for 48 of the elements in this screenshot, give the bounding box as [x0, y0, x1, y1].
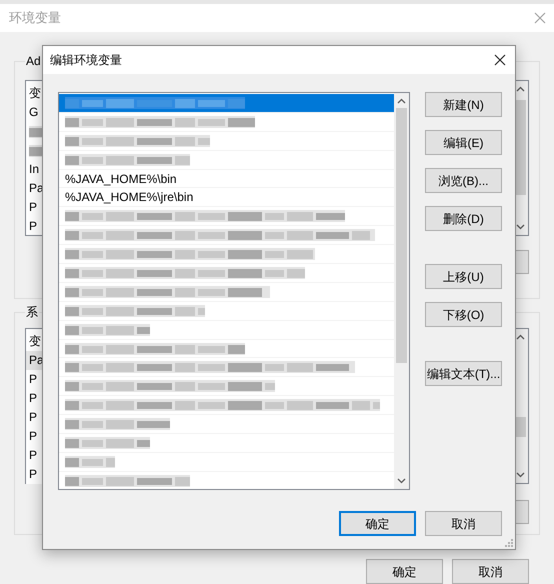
column-header: 变 — [29, 85, 41, 102]
list-row[interactable] — [59, 264, 394, 283]
scroll-thumb[interactable] — [515, 100, 526, 195]
scroll-up-icon[interactable] — [516, 334, 525, 340]
dialog-button[interactable]: 下移(O) — [425, 302, 502, 327]
dialog-title: 编辑环境变量 — [50, 52, 122, 69]
close-icon[interactable] — [494, 54, 506, 66]
blurred-text — [65, 454, 115, 469]
dialog-button[interactable]: 编辑文本(T)... — [425, 361, 502, 386]
dialog-button[interactable]: 取消 — [425, 511, 502, 536]
dialog-button[interactable]: 浏览(B)... — [425, 168, 502, 193]
dialog-button[interactable]: 新建(N) — [425, 92, 502, 117]
scroll-up-icon[interactable] — [516, 86, 525, 92]
list-row[interactable] — [59, 434, 394, 453]
list-row[interactable] — [59, 358, 394, 378]
path-text: %JAVA_HOME%\jre\bin — [65, 189, 194, 206]
list-row[interactable] — [59, 415, 394, 434]
variable-name[interactable]: G — [29, 103, 38, 122]
list-row[interactable] — [59, 207, 394, 226]
dialog-button[interactable]: 确定 — [339, 511, 416, 536]
path-text: %JAVA_HOME%\bin — [65, 170, 177, 188]
resize-grip-icon[interactable] — [505, 539, 513, 547]
list-row[interactable] — [59, 94, 394, 113]
variable-name[interactable]: P — [29, 217, 38, 236]
group-label: Ad — [25, 53, 42, 70]
variable-name[interactable]: In — [29, 160, 40, 179]
scroll-down-icon[interactable] — [516, 224, 525, 230]
list-row[interactable] — [59, 377, 394, 396]
dialog-button[interactable]: 上移(U) — [425, 264, 502, 289]
window-title: 环境变量 — [9, 9, 61, 28]
list-row[interactable] — [59, 150, 394, 170]
dialog-button[interactable]: 编辑(E) — [425, 130, 502, 155]
scroll-down-icon[interactable] — [397, 478, 406, 484]
group-label: 系 — [25, 304, 39, 321]
scrollbar[interactable] — [394, 93, 409, 489]
scroll-thumb[interactable] — [515, 417, 526, 437]
dialog-button[interactable]: 确定 — [366, 559, 443, 584]
variable-name[interactable]: P — [29, 198, 38, 217]
scroll-thumb[interactable] — [396, 108, 407, 363]
list-row[interactable] — [59, 245, 394, 264]
list-row[interactable] — [59, 396, 394, 416]
scroll-down-icon[interactable] — [516, 472, 525, 478]
list-row[interactable]: %JAVA_HOME%\bin — [59, 170, 394, 188]
dialog-button[interactable]: 取消 — [452, 559, 529, 584]
scroll-up-icon[interactable] — [397, 98, 406, 104]
list-row[interactable] — [59, 226, 394, 246]
dialog-button[interactable]: 删除(D) — [425, 206, 502, 231]
column-header: 变 — [29, 333, 41, 350]
